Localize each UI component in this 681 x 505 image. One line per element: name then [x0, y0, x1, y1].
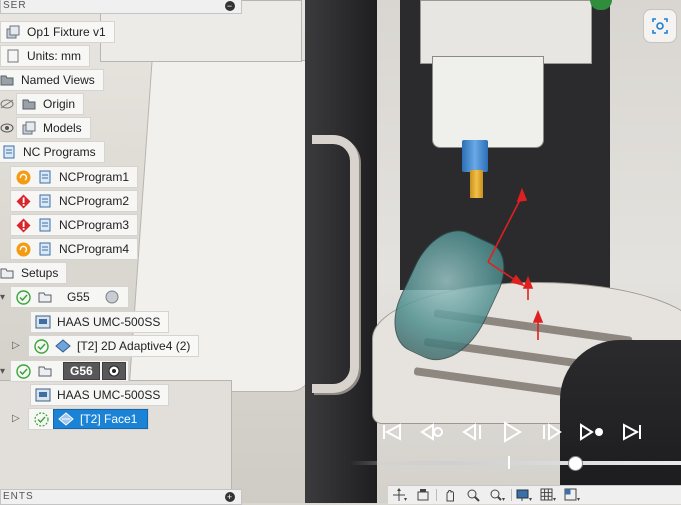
navigation-toolbar: ▾ ▾ ▾ ▾ ▾: [388, 485, 681, 504]
document-icon: [5, 48, 21, 64]
orbit-button[interactable]: ▾: [388, 487, 410, 503]
viewports-button[interactable]: ▾: [562, 487, 584, 503]
tree-item-setups[interactable]: Setups: [0, 262, 68, 284]
ok-check-icon: [33, 338, 49, 354]
comments-title: ENTS: [3, 491, 34, 502]
next-op-icon: [580, 423, 603, 441]
svg-text:▾: ▾: [502, 497, 505, 502]
selected-operation[interactable]: [T2] Face1: [53, 409, 149, 429]
svg-text:▾: ▾: [553, 497, 556, 502]
timeline-handle[interactable]: [568, 456, 583, 471]
visibility-hidden-icon[interactable]: [0, 97, 14, 111]
visibility-icon[interactable]: [0, 121, 14, 135]
tree-item-machine-1[interactable]: HAAS UMC-500SS: [30, 311, 170, 333]
grid-icon: ▾: [540, 488, 556, 502]
browser-title: SER: [3, 0, 27, 11]
tree-item-setup-g55[interactable]: G55: [10, 286, 129, 308]
display-settings-button[interactable]: ▾: [514, 487, 536, 503]
folder-icon: [0, 72, 15, 88]
pending-check-icon: [33, 411, 49, 427]
collapse-chevron-icon[interactable]: ▾: [0, 292, 5, 303]
browser-header: SER −: [0, 0, 242, 14]
warning-status-icon: [15, 241, 31, 257]
expand-comments-button[interactable]: +: [225, 492, 235, 502]
tree-item-setup-g56[interactable]: G56: [10, 360, 129, 382]
next-operation-button[interactable]: [572, 417, 612, 447]
stock-sphere-icon: [101, 362, 126, 380]
svg-text:▾: ▾: [577, 497, 580, 502]
folder-open-icon: [37, 363, 53, 379]
step-forward-icon: [543, 423, 562, 441]
folder-icon: [21, 96, 37, 112]
nc-program-icon: [37, 241, 53, 257]
pan-icon: [446, 490, 454, 502]
step-forward-button[interactable]: [532, 417, 572, 447]
tree-item-origin[interactable]: Origin: [16, 93, 85, 115]
previous-operation-button[interactable]: [412, 417, 452, 447]
tree-item-ncprogram3[interactable]: NCProgram3: [10, 214, 139, 236]
tree-item-machine-2[interactable]: HAAS UMC-500SS: [30, 384, 170, 406]
face-toolpath-icon: [58, 411, 74, 427]
viewports-icon: ▾: [564, 488, 580, 502]
machine-icon: [35, 387, 51, 403]
timeline-marker: [508, 456, 510, 469]
step-back-icon: [462, 423, 481, 441]
play-icon: [504, 421, 522, 443]
play-button[interactable]: [492, 417, 532, 447]
svg-text:▾: ▾: [404, 497, 407, 502]
skip-start-button[interactable]: [372, 417, 412, 447]
tree-item-ncprogram1[interactable]: NCProgram1: [10, 166, 139, 188]
expand-chevron-icon[interactable]: ▷: [12, 340, 20, 351]
look-at-button[interactable]: [412, 487, 434, 503]
collapse-browser-button[interactable]: −: [225, 1, 235, 11]
tree-item-units[interactable]: Units: mm: [0, 45, 90, 67]
adaptive-toolpath-icon: [55, 338, 71, 354]
error-status-icon: [15, 217, 31, 233]
warning-status-icon: [15, 169, 31, 185]
tree-item-nc-programs[interactable]: NC Programs: [0, 141, 105, 163]
tree-item-fixture[interactable]: Op1 Fixture v1: [0, 21, 115, 43]
expand-chevron-icon[interactable]: ▷: [12, 413, 20, 424]
grid-settings-button[interactable]: ▾: [538, 487, 560, 503]
folder-open-icon: [0, 265, 15, 281]
prev-op-icon: [420, 423, 443, 441]
orbit-icon: ▾: [393, 488, 407, 502]
ok-check-icon: [15, 363, 31, 379]
stock-sphere-icon: [104, 289, 120, 305]
zoom-button[interactable]: ▾: [487, 487, 509, 503]
svg-text:▾: ▾: [529, 497, 532, 502]
setup-g56-active-label: G56: [63, 362, 100, 380]
zoom-window-icon: [467, 489, 480, 502]
ok-check-icon: [15, 289, 31, 305]
tree-item-named-views[interactable]: Named Views: [0, 69, 104, 91]
component-icon: [5, 24, 21, 40]
camera-icon: [652, 18, 668, 34]
nc-program-icon: [37, 169, 53, 185]
tree-item-models[interactable]: Models: [16, 117, 91, 139]
error-status-icon: [15, 193, 31, 209]
nc-program-icon: [37, 193, 53, 209]
step-back-button[interactable]: [452, 417, 492, 447]
look-at-icon: [417, 489, 429, 501]
machine-icon: [35, 314, 51, 330]
simulation-timeline-slider[interactable]: [350, 461, 681, 465]
display-icon: ▾: [516, 489, 532, 502]
skip-start-icon: [383, 423, 401, 441]
zoom-window-button[interactable]: [463, 487, 485, 503]
skip-end-icon: [623, 423, 641, 441]
nc-program-icon: [37, 217, 53, 233]
component-icon: [21, 120, 37, 136]
skip-end-button[interactable]: [612, 417, 652, 447]
tree-item-2d-adaptive[interactable]: [T2] 2D Adaptive4 (2): [28, 335, 200, 357]
folder-open-icon: [37, 289, 53, 305]
collapse-chevron-icon[interactable]: ▾: [0, 366, 5, 377]
pan-button[interactable]: [439, 487, 461, 503]
tree-item-face1[interactable]: [T2] Face1: [28, 408, 150, 430]
nc-program-icon: [1, 144, 17, 160]
zoom-icon: ▾: [490, 489, 505, 502]
capture-image-button[interactable]: [643, 9, 677, 43]
tree-item-ncprogram4[interactable]: NCProgram4: [10, 238, 139, 260]
tree-item-ncprogram2[interactable]: NCProgram2: [10, 190, 139, 212]
simulation-playback-controls: [372, 412, 681, 452]
